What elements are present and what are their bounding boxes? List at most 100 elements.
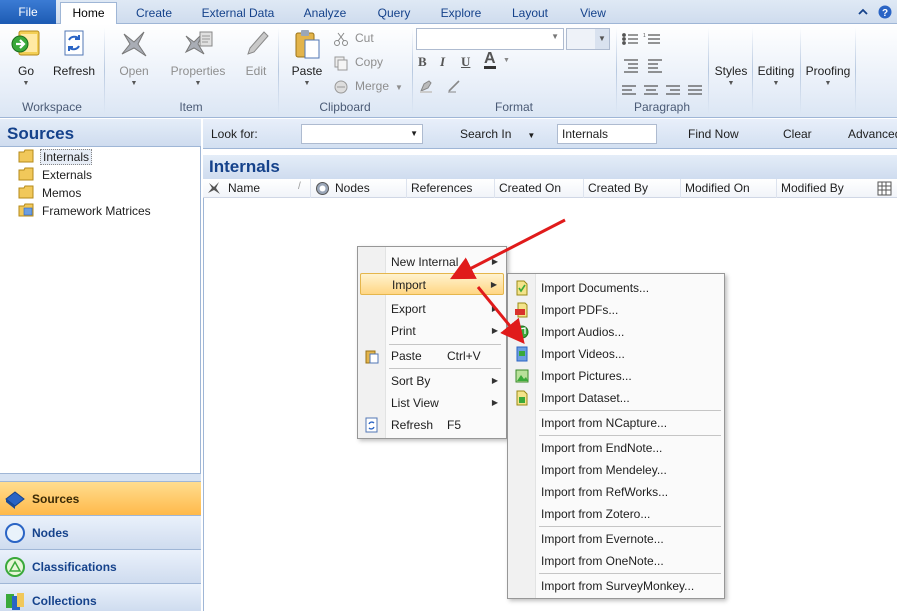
- proofing-button[interactable]: Proofing ▼: [803, 64, 853, 87]
- menu-item-import-dataset[interactable]: Import Dataset...: [510, 387, 722, 409]
- menu-item-sort-by[interactable]: Sort By ▶: [360, 370, 504, 392]
- paste-button[interactable]: Paste ▼: [286, 28, 328, 87]
- nav-nodes[interactable]: Nodes: [0, 515, 201, 549]
- font-family-combo[interactable]: ▼: [416, 28, 564, 50]
- tree-item-framework-matrices[interactable]: Framework Matrices: [18, 202, 153, 220]
- menu-item-import-videos[interactable]: Import Videos...: [510, 343, 722, 365]
- menu-item-import-surveymonkey[interactable]: Import from SurveyMonkey...: [510, 575, 722, 597]
- tab-create[interactable]: Create: [125, 4, 183, 24]
- edit-button[interactable]: Edit: [236, 28, 276, 78]
- ribbon-tab-bar: File Home Create External Data Analyze Q…: [0, 0, 897, 25]
- tab-explore[interactable]: Explore: [431, 4, 491, 24]
- help-icon[interactable]: ?: [878, 5, 892, 19]
- clear-format-icon[interactable]: [446, 78, 462, 94]
- tab-analyze[interactable]: Analyze: [294, 4, 356, 24]
- group-label-clipboard: Clipboard: [319, 100, 371, 114]
- column-chooser-icon[interactable]: [877, 181, 892, 196]
- scissors-icon: [334, 32, 348, 46]
- open-button[interactable]: Open ▼: [112, 28, 156, 87]
- menu-item-export[interactable]: Export ▶: [360, 298, 504, 320]
- menu-item-import-evernote[interactable]: Import from Evernote...: [510, 528, 722, 550]
- pdf-icon: [515, 302, 528, 318]
- tree-item-externals[interactable]: Externals: [18, 166, 94, 184]
- tab-external-data[interactable]: External Data: [192, 4, 284, 24]
- refresh-icon: [365, 417, 378, 433]
- open-icon: [121, 31, 147, 57]
- context-menu: New Internal ▶ Import ▶ Export ▶ Print ▶ Pas…: [357, 246, 507, 439]
- merge-icon: [334, 80, 348, 94]
- column-header-row: Name / Nodes References Created On Creat…: [203, 179, 897, 198]
- tab-layout[interactable]: Layout: [500, 4, 560, 24]
- editing-button[interactable]: Editing ▼: [755, 64, 797, 87]
- paragraph-tools[interactable]: 1: [620, 30, 704, 96]
- menu-item-print[interactable]: Print ▶: [360, 320, 504, 342]
- minimize-ribbon-icon[interactable]: [856, 5, 870, 19]
- advanced-button[interactable]: Advanced: [848, 127, 897, 141]
- group-label-format: Format: [494, 100, 533, 114]
- search-in-field[interactable]: Internals: [557, 124, 657, 144]
- menu-item-import-onenote[interactable]: Import from OneNote...: [510, 550, 722, 572]
- font-size-combo[interactable]: ▼: [566, 28, 610, 50]
- column-modified-by[interactable]: Modified By: [776, 179, 872, 198]
- tab-file[interactable]: File: [0, 0, 56, 24]
- menu-item-import-ncapture[interactable]: Import from NCapture...: [510, 412, 722, 434]
- cut-button[interactable]: Cut: [333, 28, 374, 48]
- nav-collections[interactable]: Collections: [0, 583, 201, 611]
- menu-item-refresh[interactable]: Refresh F5: [360, 414, 504, 436]
- bold-button[interactable]: B: [418, 54, 427, 70]
- import-submenu: Import Documents... Import PDFs... Impor…: [507, 273, 725, 599]
- styles-button[interactable]: Styles ▼: [712, 64, 750, 87]
- merge-button[interactable]: Merge ▼: [333, 76, 403, 96]
- refresh-button[interactable]: Refresh: [52, 28, 96, 78]
- menu-item-import-documents[interactable]: Import Documents...: [510, 277, 722, 299]
- menu-item-import-refworks[interactable]: Import from RefWorks...: [510, 481, 722, 503]
- column-references[interactable]: References: [406, 179, 494, 198]
- look-for-input[interactable]: ▼: [301, 124, 423, 144]
- find-now-button[interactable]: Find Now: [688, 127, 739, 141]
- svg-text:1: 1: [643, 33, 646, 39]
- collections-icon: [6, 593, 24, 610]
- panel-splitter[interactable]: [0, 473, 201, 481]
- underline-button[interactable]: U: [461, 54, 470, 70]
- tab-query[interactable]: Query: [366, 4, 422, 24]
- group-label-item: Item: [179, 100, 203, 114]
- list-title: Internals: [203, 155, 897, 179]
- group-label-paragraph: Paragraph: [633, 100, 691, 114]
- menu-item-new-internal[interactable]: New Internal ▶: [360, 251, 504, 273]
- search-in-label[interactable]: Search In ▼: [460, 127, 535, 141]
- menu-item-import-zotero[interactable]: Import from Zotero...: [510, 503, 722, 525]
- copy-button[interactable]: Copy: [333, 52, 383, 72]
- highlight-icon[interactable]: [418, 78, 434, 94]
- column-modified-on[interactable]: Modified On: [680, 179, 776, 198]
- menu-item-import-endnote[interactable]: Import from EndNote...: [510, 437, 722, 459]
- menu-item-import-pdfs[interactable]: Import PDFs...: [510, 299, 722, 321]
- menu-item-list-view[interactable]: List View ▶: [360, 392, 504, 414]
- audio-icon: [515, 325, 529, 339]
- clear-button[interactable]: Clear: [783, 127, 812, 141]
- look-for-label: Look for:: [211, 127, 258, 141]
- properties-button[interactable]: Properties ▼: [168, 28, 228, 87]
- italic-button[interactable]: I: [440, 54, 445, 70]
- column-created-by[interactable]: Created By: [583, 179, 680, 198]
- menu-item-paste[interactable]: Paste Ctrl+V: [360, 345, 504, 367]
- go-button[interactable]: Go ▼: [6, 28, 46, 87]
- refresh-icon: [64, 30, 84, 56]
- menu-item-import-audios[interactable]: Import Audios...: [510, 321, 722, 343]
- sources-icon: [5, 491, 25, 509]
- menu-item-import-pictures[interactable]: Import Pictures...: [510, 365, 722, 387]
- column-nodes[interactable]: Nodes: [310, 179, 406, 198]
- column-created-on[interactable]: Created On: [494, 179, 583, 198]
- font-color-button[interactable]: A: [484, 51, 496, 69]
- tab-home[interactable]: Home: [60, 2, 117, 25]
- nav-sources[interactable]: Sources: [0, 481, 201, 515]
- menu-item-import[interactable]: Import ▶: [360, 273, 504, 295]
- tree-item-memos[interactable]: Memos: [18, 184, 83, 202]
- nodes-icon: [5, 523, 25, 543]
- folder-icon: [18, 203, 34, 217]
- document-icon: [516, 280, 528, 296]
- tree-item-internals[interactable]: Internals: [18, 148, 93, 166]
- tab-view[interactable]: View: [568, 4, 618, 24]
- nodes-column-icon: [316, 182, 329, 195]
- nav-classifications[interactable]: Classifications: [0, 549, 201, 583]
- menu-item-import-mendeley[interactable]: Import from Mendeley...: [510, 459, 722, 481]
